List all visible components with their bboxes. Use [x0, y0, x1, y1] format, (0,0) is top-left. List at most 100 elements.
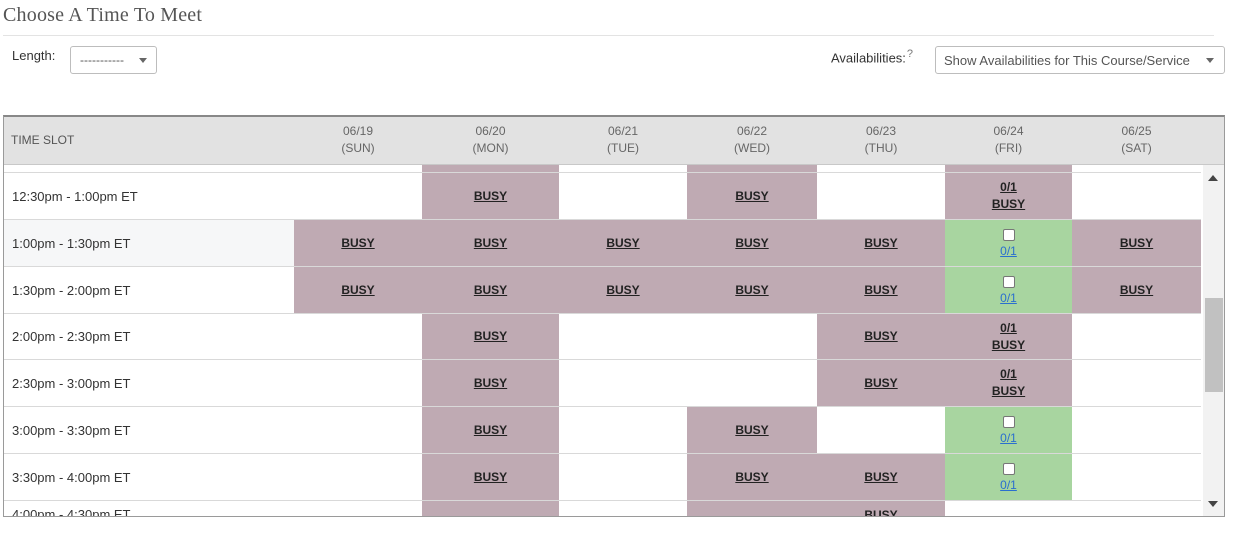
slot-cell-busy[interactable]: BUSY — [422, 267, 559, 313]
day-header: 06/23 (THU) — [831, 123, 931, 157]
slot-cell-empty — [945, 501, 1072, 516]
scroll-up-arrow-icon[interactable] — [1208, 175, 1218, 181]
slot-cell-busy[interactable]: BUSY — [422, 173, 559, 219]
time-slot-label: 3:00pm - 3:30pm ET — [12, 422, 131, 438]
slot-cell-avail[interactable]: 0/1 — [945, 267, 1072, 313]
busy-link[interactable]: BUSY — [474, 328, 507, 345]
busy-link[interactable]: BUSY — [992, 196, 1025, 213]
slot-cell-empty — [294, 314, 422, 359]
slot-cell-empty — [687, 360, 817, 406]
slot-cell-busy[interactable]: BUSY — [817, 501, 945, 516]
slot-cell-busy[interactable]: BUSY — [294, 220, 422, 266]
busy-link[interactable]: BUSY — [474, 188, 507, 205]
capacity-link[interactable]: 0/1 — [1000, 320, 1017, 337]
slot-cell-avail[interactable]: 0/1 — [945, 220, 1072, 266]
slot-cell-busy[interactable] — [945, 165, 1072, 172]
day-date: 06/25 — [1121, 124, 1152, 138]
busy-link[interactable]: BUSY — [474, 235, 507, 252]
busy-link[interactable]: BUSY — [735, 235, 768, 252]
slot-cell-busy[interactable]: 0/1 BUSY — [945, 360, 1072, 406]
slot-cell-busy[interactable] — [422, 165, 559, 172]
slot-cell-busy[interactable]: BUSY — [687, 220, 817, 266]
help-icon[interactable]: ? — [907, 48, 913, 60]
slot-checkbox[interactable] — [1002, 228, 1015, 241]
capacity-link[interactable]: 0/1 — [1000, 431, 1017, 445]
busy-link[interactable]: BUSY — [864, 507, 897, 516]
slot-cell-busy[interactable]: BUSY — [687, 267, 817, 313]
busy-link[interactable]: BUSY — [474, 469, 507, 486]
table-row: 2:00pm - 2:30pm ET BUSY BUSY 0/1 BUSY — [4, 314, 1201, 360]
slot-cell-busy[interactable] — [687, 501, 817, 516]
busy-link[interactable]: BUSY — [1120, 282, 1153, 299]
slot-checkbox[interactable] — [1002, 275, 1015, 288]
slot-cell-busy[interactable]: BUSY — [422, 454, 559, 500]
scrollbar-thumb[interactable] — [1205, 298, 1223, 392]
day-date: 06/21 — [607, 124, 639, 138]
slot-cell-busy[interactable]: BUSY — [687, 173, 817, 219]
slot-cell-busy[interactable]: BUSY — [817, 220, 945, 266]
slot-cell-busy[interactable]: BUSY — [559, 220, 687, 266]
slot-cell-avail[interactable]: 0/1 — [945, 454, 1072, 500]
busy-link[interactable]: BUSY — [1120, 235, 1153, 252]
slot-cell-empty — [817, 165, 945, 172]
slot-checkbox[interactable] — [1002, 415, 1015, 428]
scroll-down-arrow-icon[interactable] — [1208, 501, 1218, 507]
busy-link[interactable]: BUSY — [992, 383, 1025, 400]
slot-cell-empty — [559, 407, 687, 453]
busy-link[interactable]: BUSY — [864, 375, 897, 392]
slot-cell-busy[interactable] — [687, 165, 817, 172]
slot-cell-busy[interactable]: BUSY — [817, 454, 945, 500]
day-weekday: (THU) — [864, 141, 898, 155]
busy-link[interactable]: BUSY — [735, 469, 768, 486]
day-weekday: (WED) — [734, 141, 770, 155]
slot-cell-busy[interactable]: BUSY — [559, 267, 687, 313]
busy-link[interactable]: BUSY — [992, 337, 1025, 354]
slot-cell-busy[interactable]: BUSY — [687, 454, 817, 500]
slot-cell-empty — [817, 173, 945, 219]
slot-cell-busy[interactable]: BUSY — [422, 407, 559, 453]
slot-cell-busy[interactable]: BUSY — [422, 360, 559, 406]
availabilities-select[interactable]: Show Availabilities for This Course/Serv… — [935, 46, 1225, 74]
busy-link[interactable]: BUSY — [864, 235, 897, 252]
slot-cell-busy[interactable]: BUSY — [817, 314, 945, 359]
capacity-link[interactable]: 0/1 — [1000, 179, 1017, 196]
busy-link[interactable]: BUSY — [341, 235, 374, 252]
busy-link[interactable]: BUSY — [735, 188, 768, 205]
table-header: TIME SLOT 06/19 (SUN) 06/20 (MON) 06/21 (TUE)… — [4, 117, 1224, 165]
slot-cell-busy[interactable]: 0/1 BUSY — [945, 314, 1072, 359]
capacity-link[interactable]: 0/1 — [1000, 291, 1017, 305]
slot-cell-busy[interactable]: BUSY — [1072, 267, 1201, 313]
slot-cell-busy[interactable]: 0/1 BUSY — [945, 173, 1072, 219]
slot-cell-busy[interactable] — [422, 501, 559, 516]
schedule-table: TIME SLOT 06/19 (SUN) 06/20 (MON) 06/21 (TUE)… — [3, 115, 1225, 517]
busy-link[interactable]: BUSY — [474, 282, 507, 299]
slot-cell-empty — [294, 454, 422, 500]
busy-link[interactable]: BUSY — [864, 469, 897, 486]
busy-link[interactable]: BUSY — [735, 422, 768, 439]
busy-link[interactable]: BUSY — [606, 235, 639, 252]
time-slot-label: 2:30pm - 3:00pm ET — [12, 375, 131, 391]
day-date: 06/20 — [475, 124, 506, 138]
busy-link[interactable]: BUSY — [474, 375, 507, 392]
busy-link[interactable]: BUSY — [474, 422, 507, 439]
slot-cell-busy[interactable]: BUSY — [687, 407, 817, 453]
slot-cell-empty — [559, 360, 687, 406]
busy-link[interactable]: BUSY — [735, 282, 768, 299]
busy-link[interactable]: BUSY — [341, 282, 374, 299]
slot-checkbox[interactable] — [1002, 462, 1015, 475]
capacity-link[interactable]: 0/1 — [1000, 366, 1017, 383]
slot-cell-busy[interactable]: BUSY — [1072, 220, 1201, 266]
vertical-scrollbar[interactable] — [1203, 165, 1224, 516]
length-select[interactable]: ----------- — [70, 46, 157, 74]
slot-cell-avail[interactable]: 0/1 — [945, 407, 1072, 453]
capacity-link[interactable]: 0/1 — [1000, 478, 1017, 492]
capacity-link[interactable]: 0/1 — [1000, 244, 1017, 258]
busy-link[interactable]: BUSY — [864, 328, 897, 345]
slot-cell-busy[interactable]: BUSY — [817, 267, 945, 313]
busy-link[interactable]: BUSY — [606, 282, 639, 299]
slot-cell-busy[interactable]: BUSY — [294, 267, 422, 313]
slot-cell-busy[interactable]: BUSY — [422, 220, 559, 266]
slot-cell-busy[interactable]: BUSY — [817, 360, 945, 406]
busy-link[interactable]: BUSY — [864, 282, 897, 299]
slot-cell-busy[interactable]: BUSY — [422, 314, 559, 359]
